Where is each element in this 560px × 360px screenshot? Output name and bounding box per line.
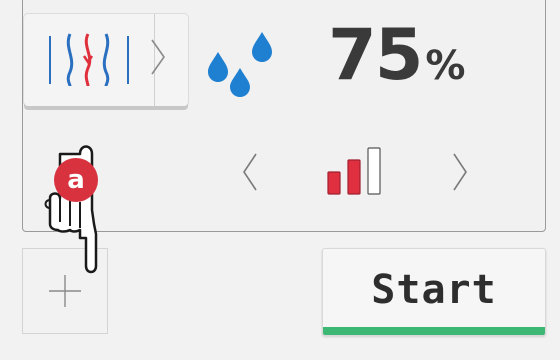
chevron-left-icon [243,153,257,191]
level-bar-1 [327,171,341,195]
mode-next-button[interactable] [148,38,168,80]
chevron-right-icon [151,39,165,75]
start-button[interactable]: Start [322,248,546,336]
humidity-value: 75 [328,14,423,96]
level-prev-button[interactable] [240,152,260,196]
humidity-readout: 75 % [328,14,466,104]
start-accent-bar [323,327,545,335]
hand-pointer-icon [38,134,120,280]
start-button-label: Start [371,267,497,313]
water-drops-icon [206,32,274,102]
airflow-mode-icon[interactable] [46,32,132,92]
level-next-button[interactable] [450,152,470,196]
level-bar-2 [347,159,361,195]
gesture-badge: a [54,158,98,202]
chevron-right-icon [453,153,467,191]
signal-bars-icon [326,146,384,200]
humidity-unit: % [425,43,466,89]
level-bar-3 [367,147,381,195]
